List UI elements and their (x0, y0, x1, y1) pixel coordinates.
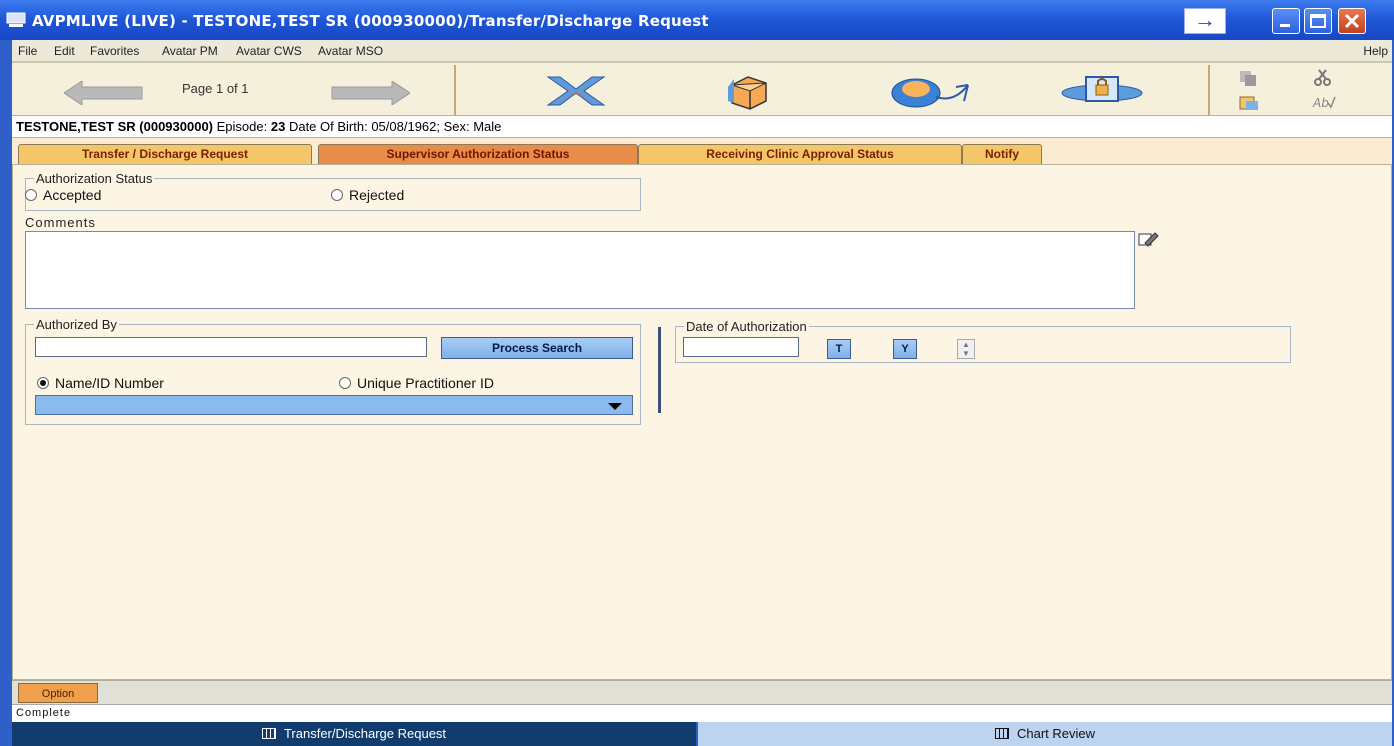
chevron-down-icon (608, 403, 622, 410)
tab-transfer-discharge-request[interactable]: Transfer / Discharge Request (18, 144, 312, 164)
title-bar[interactable]: AVPMLIVE (LIVE) - TESTONE,TEST SR (00093… (0, 0, 1394, 40)
menu-avatar-pm[interactable]: Avatar PM (162, 44, 218, 58)
comments-label: Comments (25, 215, 96, 230)
maximize-button[interactable] (1304, 8, 1332, 34)
close-button[interactable] (1338, 8, 1366, 34)
practitioner-dropdown[interactable] (35, 395, 633, 415)
tab-notify[interactable]: Notify (962, 144, 1042, 164)
arrow-right-icon[interactable]: → (1184, 8, 1226, 34)
submit-transfer-icon[interactable] (884, 73, 974, 111)
name-id-label: Name/ID Number (55, 375, 164, 391)
tab-receiving-clinic-approval-status[interactable]: Receiving Clinic Approval Status (638, 144, 962, 164)
menu-avatar-mso[interactable]: Avatar MSO (318, 44, 383, 58)
unique-id-label: Unique Practitioner ID (357, 375, 494, 391)
window-title: AVPMLIVE (LIVE) - TESTONE,TEST SR (00093… (32, 12, 709, 30)
form-taskbar: Transfer/Discharge Request Chart Review (12, 722, 1392, 746)
cut-icon[interactable] (1312, 69, 1334, 87)
task-left-label: Transfer/Discharge Request (283, 726, 447, 741)
cancel-x-icon[interactable] (544, 73, 608, 109)
form-icon (261, 728, 276, 739)
package-icon[interactable] (724, 73, 772, 111)
svg-text:Ab: Ab (1312, 96, 1329, 110)
radio-circle-icon (339, 377, 351, 389)
task-right-label: Chart Review (1016, 726, 1096, 741)
radio-unique-practitioner-id[interactable]: Unique Practitioner ID (339, 375, 494, 391)
menu-help[interactable]: Help (1363, 44, 1388, 58)
form-tabs: Transfer / Discharge Request Supervisor … (12, 138, 1392, 164)
process-search-button[interactable]: Process Search (441, 337, 633, 359)
accepted-label: Accepted (43, 187, 102, 203)
date-of-authorization-legend: Date of Authorization (686, 319, 807, 334)
tab-supervisor-authorization-status[interactable]: Supervisor Authorization Status (318, 144, 638, 164)
radio-selected-icon (37, 377, 49, 389)
radio-circle-icon (25, 189, 37, 201)
option-tab[interactable]: Option (18, 683, 98, 703)
task-chart-review[interactable]: Chart Review (698, 722, 1392, 746)
copy-icon[interactable] (1238, 69, 1258, 87)
radio-circle-icon (331, 189, 343, 201)
toolbar-separator (1208, 65, 1210, 115)
patient-info-bar: TESTONE,TEST SR (000930000) Episode: 23 … (12, 116, 1392, 138)
status-bar: Complete (12, 704, 1392, 722)
today-button[interactable]: T (827, 339, 851, 359)
comments-textarea[interactable] (25, 231, 1135, 309)
paste-icon[interactable] (1238, 93, 1260, 111)
spell-check-icon[interactable]: Ab (1312, 93, 1336, 111)
date-of-authorization-input[interactable] (683, 337, 799, 357)
previous-page-icon[interactable] (64, 81, 144, 105)
close-icon (1344, 13, 1360, 29)
menu-favorites[interactable]: Favorites (90, 44, 139, 58)
episode-label: Episode: (216, 119, 268, 134)
rejected-label: Rejected (349, 187, 405, 203)
minimize-icon (1280, 24, 1290, 27)
radio-name-id-number[interactable]: Name/ID Number (37, 375, 164, 391)
form-icon (994, 728, 1009, 739)
patient-dob-sex: Date Of Birth: 05/08/1962; Sex: Male (288, 119, 502, 134)
toolbar-separator (454, 65, 456, 115)
authorized-by-legend: Authorized By (36, 317, 117, 332)
episode-number: 23 (270, 119, 286, 134)
edit-note-icon[interactable] (1137, 231, 1159, 249)
minimize-button[interactable] (1272, 8, 1300, 34)
date-spinner[interactable]: ▲ ▼ (957, 339, 975, 359)
authorization-status-legend: Authorization Status (36, 171, 153, 186)
option-bar: Option (12, 680, 1392, 704)
menu-edit[interactable]: Edit (54, 44, 75, 58)
next-page-icon[interactable] (330, 81, 410, 105)
form-content: Authorization Status Accepted Rejected C… (12, 164, 1392, 680)
radio-rejected[interactable]: Rejected (331, 187, 404, 203)
toolbar: Page 1 of 1 Ab (12, 62, 1392, 116)
authorized-by-input[interactable] (35, 337, 427, 357)
app-icon (6, 12, 26, 27)
menu-avatar-cws[interactable]: Avatar CWS (236, 44, 302, 58)
application-window: AVPMLIVE (LIVE) - TESTONE,TEST SR (00093… (0, 0, 1394, 746)
page-indicator: Page 1 of 1 (182, 81, 249, 96)
yesterday-button[interactable]: Y (893, 339, 917, 359)
maximize-icon (1310, 14, 1326, 28)
section-divider (658, 327, 661, 413)
task-transfer-discharge-request[interactable]: Transfer/Discharge Request (12, 722, 696, 746)
lock-computer-icon[interactable] (1060, 73, 1144, 111)
menu-bar: File Edit Favorites Avatar PM Avatar CWS… (12, 40, 1392, 62)
menu-file[interactable]: File (18, 44, 37, 58)
radio-accepted[interactable]: Accepted (25, 187, 101, 203)
patient-name: TESTONE,TEST SR (000930000) (16, 119, 214, 134)
